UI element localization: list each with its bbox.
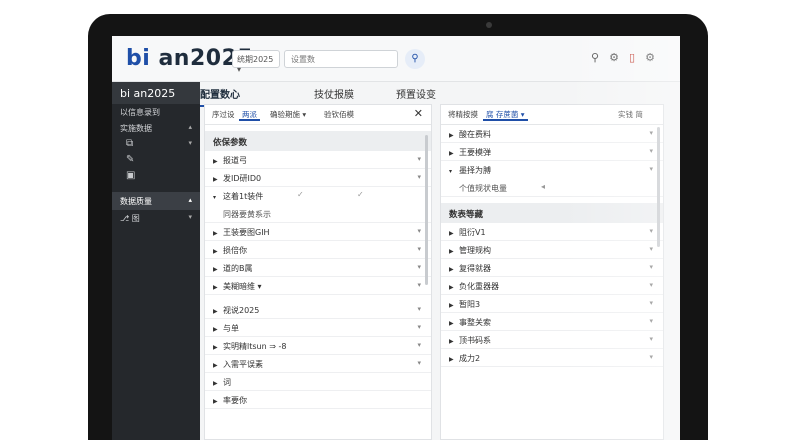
- left-panel: 序过设 两派 确验期施 ▾ 验钦佰模 ✕ 依保参数 ▶ 报道弓 ▾ ▶ 发ID研ID0…: [204, 104, 432, 440]
- top-bar: bi an2025 统期2025 ▾ 设置数 ⚲ ⚲ ⚙ ▯ ⚙: [112, 36, 680, 82]
- list-item[interactable]: ▶ 视说2025 ▾: [205, 301, 431, 319]
- list-item[interactable]: ▶ 王装要图GIH ▾: [205, 223, 431, 241]
- sidebar-item-info[interactable]: 以信息录到: [112, 104, 200, 120]
- scrollbar[interactable]: [425, 135, 428, 285]
- right-panel-toolbar: 将精按摸 腐 存蔗菌 ▾ 实钱 简: [441, 105, 663, 125]
- list-item[interactable]: ▶ 道的B属 ▾: [205, 259, 431, 277]
- list-item[interactable]: ▾ 这着1t装件 ✓ ✓: [205, 187, 431, 205]
- list-item[interactable]: ▶ 成力2 ▾: [441, 349, 663, 367]
- sidebar: bi an2025 以信息录到 实施数据 ▴ ⧉ ▾ ✎ ▣ 数据质量 ▴ ⎇ 图 ▾: [112, 82, 200, 440]
- scrollbar[interactable]: [657, 127, 660, 247]
- section-heading: 数表等藏: [441, 203, 663, 223]
- list-item[interactable]: ▶ 事整关索 ▾: [441, 313, 663, 331]
- notification-icon[interactable]: ▯: [625, 51, 639, 65]
- gear-icon[interactable]: ⚙: [643, 51, 657, 65]
- list-item[interactable]: ▶ 复得就器 ▾: [441, 259, 663, 277]
- webcam: [486, 22, 492, 28]
- list-item[interactable]: 同器要黄系示: [205, 205, 431, 223]
- sidebar-item-edit[interactable]: ✎: [112, 152, 200, 168]
- list-item[interactable]: ▶ 报道弓 ▾: [205, 151, 431, 169]
- list-item[interactable]: ▶ 美糊暗维 ▾ ▾: [205, 277, 431, 295]
- list-item[interactable]: ▾ 墨择为膊 ▾: [441, 161, 663, 179]
- filter-chip[interactable]: 确验期施 ▾: [267, 109, 309, 121]
- main-tabs: 配置数心 技仗报膜 预置设变: [200, 82, 680, 107]
- close-icon[interactable]: ✕: [414, 107, 423, 120]
- list-item[interactable]: ▶ 王要模弹 ▾: [441, 143, 663, 161]
- tab-config[interactable]: 配置数心: [200, 86, 240, 107]
- cursor-icon: ◂: [541, 182, 546, 191]
- sidebar-item-box[interactable]: ▣: [112, 168, 200, 184]
- list-item[interactable]: ▶ 实明精ltsun ⇒ -8 ▾: [205, 337, 431, 355]
- sidebar-item-implement[interactable]: 实施数据 ▴: [112, 120, 200, 136]
- list-item[interactable]: ▶ 与单 ▾: [205, 319, 431, 337]
- check-icon: ✓: [297, 190, 304, 199]
- check-icon: ✓: [357, 190, 364, 199]
- list-item[interactable]: ▶ 管理规构 ▾: [441, 241, 663, 259]
- copy-icon: ⧉: [126, 138, 134, 149]
- tab-report[interactable]: 技仗报膜: [314, 86, 354, 101]
- sidebar-section-quality[interactable]: 数据质量 ▴: [112, 192, 200, 210]
- search-icon[interactable]: ⚲: [405, 49, 425, 69]
- tab-preset[interactable]: 预置设变: [396, 86, 436, 101]
- sidebar-item-copy[interactable]: ⧉ ▾: [112, 136, 200, 152]
- pencil-icon: ✎: [126, 154, 135, 165]
- list-item[interactable]: ▶ 词: [205, 373, 431, 391]
- year-select[interactable]: 统期2025 ▾: [232, 50, 280, 74]
- list-item[interactable]: ▶ 率要你: [205, 391, 431, 409]
- sidebar-title[interactable]: bi an2025: [112, 82, 200, 104]
- left-panel-toolbar: 序过设 两派 确验期施 ▾ 验钦佰模 ✕: [205, 105, 431, 125]
- search-input[interactable]: 设置数: [284, 50, 398, 68]
- filter-chip-active[interactable]: 腐 存蔗菌 ▾: [483, 109, 528, 121]
- right-panel: 将精按摸 腐 存蔗菌 ▾ 实钱 简 ▶ 酸在费料 ▾ ▶ 王要模弹 ▾ ▾ 墨择为膊 ▾ 个…: [440, 104, 664, 440]
- settings-icon[interactable]: ⚙: [607, 51, 621, 65]
- filter-chip-active[interactable]: 两派: [239, 109, 260, 121]
- filter-chip[interactable]: 将精按摸: [445, 109, 481, 121]
- list-item[interactable]: ▶ 入需平误素 ▾: [205, 355, 431, 373]
- filter-chip[interactable]: 序过设: [209, 109, 238, 121]
- list-item[interactable]: ▶ 阻衍V1 ▾: [441, 223, 663, 241]
- list-item[interactable]: ▶ 酸在费料 ▾: [441, 125, 663, 143]
- list-item[interactable]: ▶ 损倍你 ▾: [205, 241, 431, 259]
- section-heading: 依保参数: [205, 131, 431, 151]
- list-item[interactable]: 个值规状电量 ◂: [441, 179, 663, 197]
- location-icon[interactable]: ⚲: [588, 51, 602, 65]
- list-item[interactable]: ▶ 发ID研ID0 ▾: [205, 169, 431, 187]
- filter-chip[interactable]: 实钱 简: [615, 109, 646, 121]
- list-item[interactable]: ▶ 暂阳3 ▾: [441, 295, 663, 313]
- sidebar-item-graph[interactable]: ⎇ 图 ▾: [112, 210, 200, 226]
- box-icon: ▣: [126, 170, 136, 181]
- screen: bi an2025 统期2025 ▾ 设置数 ⚲ ⚲ ⚙ ▯ ⚙ bi an20…: [112, 36, 680, 440]
- filter-chip[interactable]: 验钦佰模: [321, 109, 357, 121]
- list-item[interactable]: ▶ 顶书码系 ▾: [441, 331, 663, 349]
- list-item[interactable]: ▶ 负化重器器 ▾: [441, 277, 663, 295]
